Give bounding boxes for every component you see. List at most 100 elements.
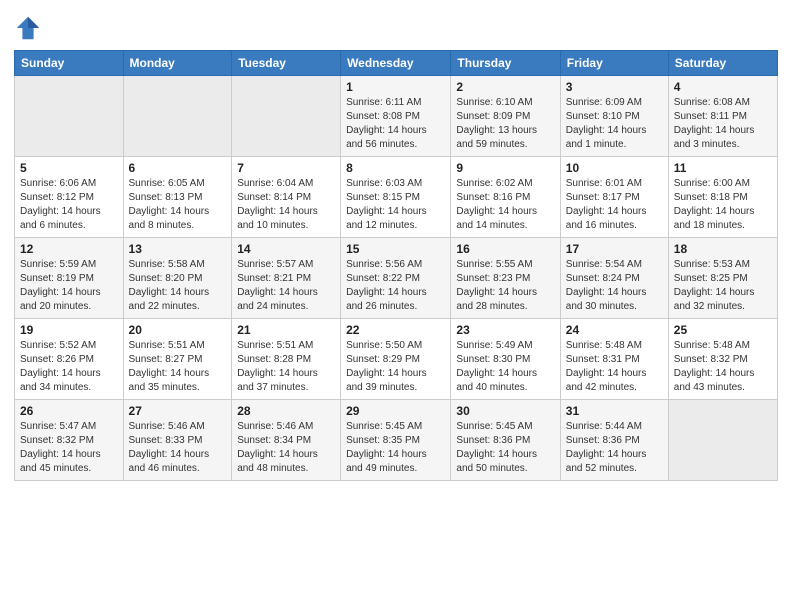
calendar-week-5: 26Sunrise: 5:47 AMSunset: 8:32 PMDayligh… bbox=[15, 400, 778, 481]
day-number: 14 bbox=[237, 242, 335, 256]
weekday-header-row: SundayMondayTuesdayWednesdayThursdayFrid… bbox=[15, 51, 778, 76]
calendar-cell: 23 Sunrise: 5:49 AMSunset: 8:30 PMDayligh… bbox=[451, 319, 560, 400]
calendar-cell: 10Sunrise: 6:01 AMSunset: 8:17 PMDayligh… bbox=[560, 157, 668, 238]
calendar-cell: 30Sunrise: 5:45 AMSunset: 8:36 PMDayligh… bbox=[451, 400, 560, 481]
logo bbox=[14, 14, 44, 42]
calendar-week-3: 12 Sunrise: 5:59 AMSunset: 8:19 PMDayligh… bbox=[15, 238, 778, 319]
day-info: Sunrise: 5:46 AMSunset: 8:33 PMDaylight:… bbox=[129, 420, 227, 476]
calendar-cell: 20 Sunrise: 5:51 AMSunset: 8:27 PMDayligh… bbox=[123, 319, 232, 400]
day-number: 27 bbox=[129, 404, 227, 418]
day-info: Sunrise: 5:51 AMSunset: 8:27 PMDaylight:… bbox=[129, 339, 227, 395]
day-info: Sunrise: 5:50 AMSunset: 8:29 PMDaylight:… bbox=[346, 339, 445, 395]
day-info: Sunrise: 6:01 AMSunset: 8:17 PMDaylight:… bbox=[566, 177, 663, 233]
day-info: Sunrise: 5:48 AMSunset: 8:32 PMDaylight:… bbox=[674, 339, 772, 395]
calendar-week-2: 5 Sunrise: 6:06 AMSunset: 8:12 PMDaylight… bbox=[15, 157, 778, 238]
day-number: 30 bbox=[456, 404, 554, 418]
calendar-cell: 26Sunrise: 5:47 AMSunset: 8:32 PMDayligh… bbox=[15, 400, 124, 481]
calendar-cell: 14 Sunrise: 5:57 AMSunset: 8:21 PMDayligh… bbox=[232, 238, 341, 319]
calendar-cell: 6 Sunrise: 6:05 AMSunset: 8:13 PMDaylight… bbox=[123, 157, 232, 238]
weekday-sunday: Sunday bbox=[15, 51, 124, 76]
calendar-page: SundayMondayTuesdayWednesdayThursdayFrid… bbox=[0, 0, 792, 612]
day-number: 7 bbox=[237, 161, 335, 175]
calendar-cell: 7Sunrise: 6:04 AMSunset: 8:14 PMDaylight… bbox=[232, 157, 341, 238]
calendar-cell: 2 Sunrise: 6:10 AMSunset: 8:09 PMDaylight… bbox=[451, 76, 560, 157]
calendar-cell: 13 Sunrise: 5:58 AMSunset: 8:20 PMDayligh… bbox=[123, 238, 232, 319]
day-info: Sunrise: 5:54 AMSunset: 8:24 PMDaylight:… bbox=[566, 258, 663, 314]
day-number: 15 bbox=[346, 242, 445, 256]
weekday-thursday: Thursday bbox=[451, 51, 560, 76]
day-info: Sunrise: 5:46 AMSunset: 8:34 PMDaylight:… bbox=[237, 420, 335, 476]
day-info: Sunrise: 6:00 AMSunset: 8:18 PMDaylight:… bbox=[674, 177, 772, 233]
calendar-cell: 27 Sunrise: 5:46 AMSunset: 8:33 PMDayligh… bbox=[123, 400, 232, 481]
day-number: 22 bbox=[346, 323, 445, 337]
weekday-monday: Monday bbox=[123, 51, 232, 76]
day-number: 18 bbox=[674, 242, 772, 256]
calendar-header: SundayMondayTuesdayWednesdayThursdayFrid… bbox=[15, 51, 778, 76]
calendar-cell: 11 Sunrise: 6:00 AMSunset: 8:18 PMDayligh… bbox=[668, 157, 777, 238]
day-number: 23 bbox=[456, 323, 554, 337]
day-info: Sunrise: 5:48 AMSunset: 8:31 PMDaylight:… bbox=[566, 339, 663, 395]
day-number: 17 bbox=[566, 242, 663, 256]
day-info: Sunrise: 6:11 AMSunset: 8:08 PMDaylight:… bbox=[346, 96, 445, 152]
day-number: 6 bbox=[129, 161, 227, 175]
calendar-cell: 17 Sunrise: 5:54 AMSunset: 8:24 PMDayligh… bbox=[560, 238, 668, 319]
calendar-cell: 12 Sunrise: 5:59 AMSunset: 8:19 PMDayligh… bbox=[15, 238, 124, 319]
day-info: Sunrise: 5:49 AMSunset: 8:30 PMDaylight:… bbox=[456, 339, 554, 395]
calendar-cell: 8Sunrise: 6:03 AMSunset: 8:15 PMDaylight… bbox=[341, 157, 451, 238]
day-number: 12 bbox=[20, 242, 118, 256]
day-number: 29 bbox=[346, 404, 445, 418]
day-number: 31 bbox=[566, 404, 663, 418]
day-number: 3 bbox=[566, 80, 663, 94]
day-info: Sunrise: 5:45 AMSunset: 8:35 PMDaylight:… bbox=[346, 420, 445, 476]
day-info: Sunrise: 6:10 AMSunset: 8:09 PMDaylight:… bbox=[456, 96, 554, 152]
calendar-cell bbox=[232, 76, 341, 157]
day-info: Sunrise: 6:08 AMSunset: 8:11 PMDaylight:… bbox=[674, 96, 772, 152]
day-number: 2 bbox=[456, 80, 554, 94]
day-info: Sunrise: 5:56 AMSunset: 8:22 PMDaylight:… bbox=[346, 258, 445, 314]
calendar-cell: 24 Sunrise: 5:48 AMSunset: 8:31 PMDayligh… bbox=[560, 319, 668, 400]
day-info: Sunrise: 5:59 AMSunset: 8:19 PMDaylight:… bbox=[20, 258, 118, 314]
calendar-cell: 21 Sunrise: 5:51 AMSunset: 8:28 PMDayligh… bbox=[232, 319, 341, 400]
day-info: Sunrise: 6:03 AMSunset: 8:15 PMDaylight:… bbox=[346, 177, 445, 233]
calendar-cell: 29 Sunrise: 5:45 AMSunset: 8:35 PMDayligh… bbox=[341, 400, 451, 481]
day-number: 1 bbox=[346, 80, 445, 94]
day-number: 9 bbox=[456, 161, 554, 175]
day-number: 13 bbox=[129, 242, 227, 256]
day-number: 21 bbox=[237, 323, 335, 337]
day-info: Sunrise: 5:58 AMSunset: 8:20 PMDaylight:… bbox=[129, 258, 227, 314]
day-info: Sunrise: 5:51 AMSunset: 8:28 PMDaylight:… bbox=[237, 339, 335, 395]
day-number: 5 bbox=[20, 161, 118, 175]
day-number: 19 bbox=[20, 323, 118, 337]
day-number: 20 bbox=[129, 323, 227, 337]
day-info: Sunrise: 6:09 AMSunset: 8:10 PMDaylight:… bbox=[566, 96, 663, 152]
calendar-cell bbox=[15, 76, 124, 157]
day-number: 26 bbox=[20, 404, 118, 418]
day-info: Sunrise: 6:06 AMSunset: 8:12 PMDaylight:… bbox=[20, 177, 118, 233]
day-number: 24 bbox=[566, 323, 663, 337]
day-info: Sunrise: 5:52 AMSunset: 8:26 PMDaylight:… bbox=[20, 339, 118, 395]
calendar-table: SundayMondayTuesdayWednesdayThursdayFrid… bbox=[14, 50, 778, 481]
day-number: 28 bbox=[237, 404, 335, 418]
calendar-cell: 19 Sunrise: 5:52 AMSunset: 8:26 PMDayligh… bbox=[15, 319, 124, 400]
day-info: Sunrise: 5:53 AMSunset: 8:25 PMDaylight:… bbox=[674, 258, 772, 314]
day-info: Sunrise: 5:57 AMSunset: 8:21 PMDaylight:… bbox=[237, 258, 335, 314]
calendar-cell: 28 Sunrise: 5:46 AMSunset: 8:34 PMDayligh… bbox=[232, 400, 341, 481]
calendar-cell: 18 Sunrise: 5:53 AMSunset: 8:25 PMDayligh… bbox=[668, 238, 777, 319]
calendar-cell: 31Sunrise: 5:44 AMSunset: 8:36 PMDayligh… bbox=[560, 400, 668, 481]
calendar-cell: 22 Sunrise: 5:50 AMSunset: 8:29 PMDayligh… bbox=[341, 319, 451, 400]
day-info: Sunrise: 6:02 AMSunset: 8:16 PMDaylight:… bbox=[456, 177, 554, 233]
calendar-body: 1 Sunrise: 6:11 AMSunset: 8:08 PMDaylight… bbox=[15, 76, 778, 481]
weekday-wednesday: Wednesday bbox=[341, 51, 451, 76]
day-info: Sunrise: 6:05 AMSunset: 8:13 PMDaylight:… bbox=[129, 177, 227, 233]
day-number: 16 bbox=[456, 242, 554, 256]
logo-icon bbox=[14, 14, 42, 42]
calendar-week-4: 19 Sunrise: 5:52 AMSunset: 8:26 PMDayligh… bbox=[15, 319, 778, 400]
weekday-tuesday: Tuesday bbox=[232, 51, 341, 76]
day-number: 4 bbox=[674, 80, 772, 94]
calendar-cell: 9 Sunrise: 6:02 AMSunset: 8:16 PMDaylight… bbox=[451, 157, 560, 238]
calendar-week-1: 1 Sunrise: 6:11 AMSunset: 8:08 PMDaylight… bbox=[15, 76, 778, 157]
weekday-saturday: Saturday bbox=[668, 51, 777, 76]
calendar-cell bbox=[123, 76, 232, 157]
day-number: 11 bbox=[674, 161, 772, 175]
calendar-cell bbox=[668, 400, 777, 481]
